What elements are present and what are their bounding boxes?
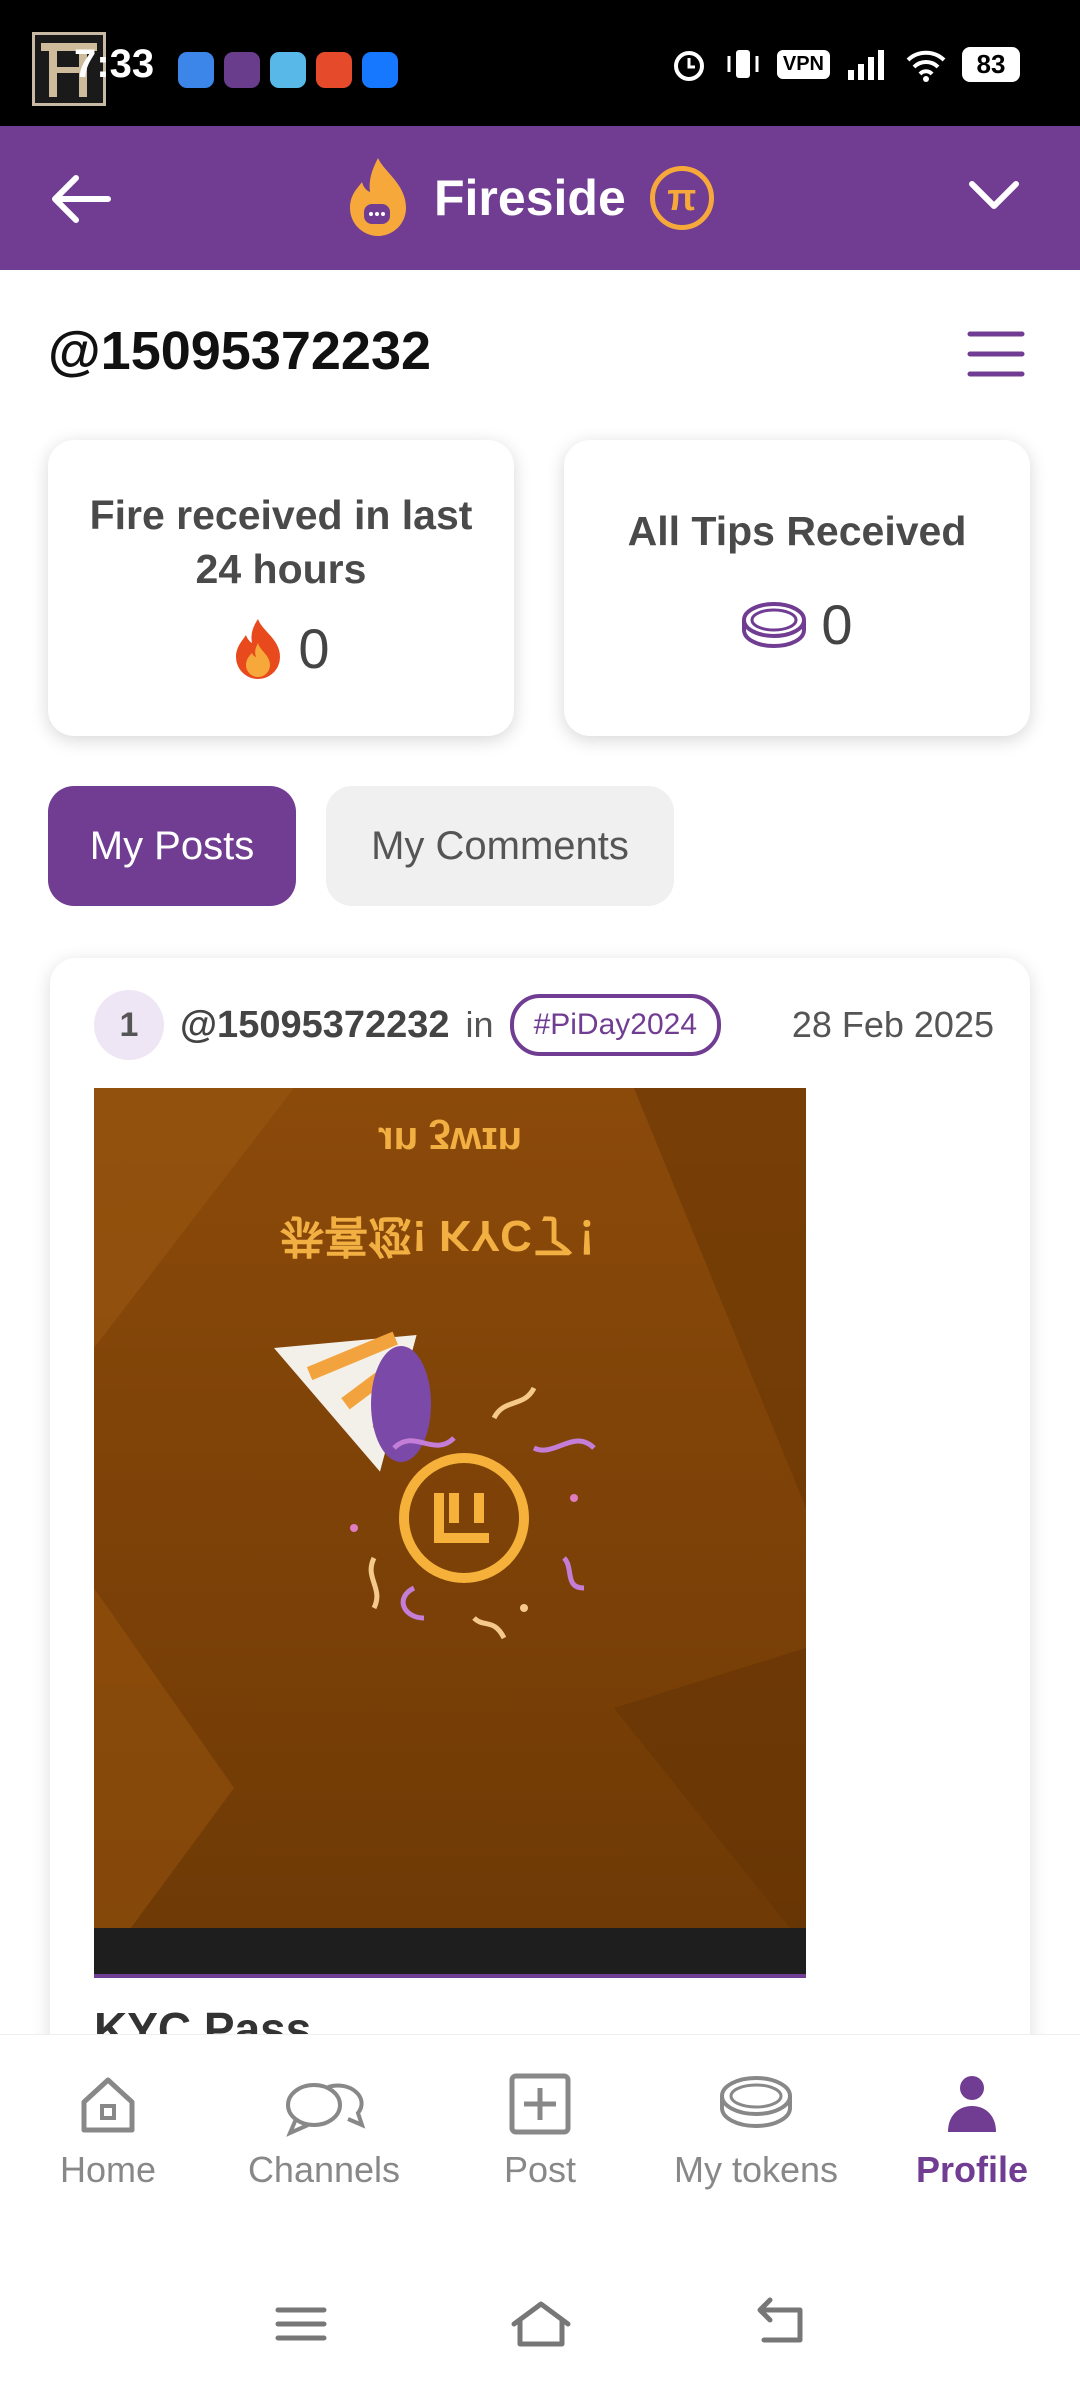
back-system-icon[interactable]	[746, 2294, 816, 2354]
post-date: 28 Feb 2025	[791, 1004, 994, 1045]
image-bottom-bar	[94, 1928, 806, 1974]
person-icon	[872, 2065, 1072, 2143]
fire-received-value-row: 0	[48, 616, 514, 681]
cell-signal-icon	[848, 50, 884, 80]
fire-received-value: 0	[298, 617, 330, 680]
tips-received-value-row: 0	[564, 592, 1030, 657]
token-coin-icon	[742, 601, 807, 648]
add-post-icon	[440, 2065, 640, 2143]
nav-my-tokens-label: My tokens	[673, 2149, 839, 2190]
vpn-badge: VPN	[776, 49, 830, 79]
shop-app-icon	[316, 52, 352, 88]
wifi-icon	[906, 50, 946, 82]
tab-my-comments[interactable]: My Comments	[326, 786, 674, 906]
nav-profile-label: Profile	[915, 2149, 1029, 2190]
nav-home[interactable]: Home	[8, 2065, 208, 2191]
tips-received-value: 0	[821, 593, 853, 656]
bird-app-icon	[270, 52, 306, 88]
profile-username: @15095372232	[48, 321, 432, 381]
app-header: Fireside π	[0, 126, 1080, 270]
nav-channels-label: Channels	[247, 2149, 401, 2190]
status-bar: 7:33 VPN 83	[0, 0, 1080, 126]
nav-home-label: Home	[59, 2149, 157, 2190]
post-author[interactable]: @15095372232	[180, 1004, 450, 1047]
brand: Fireside π	[346, 146, 714, 250]
fire-received-card: Fire received in last 24 hours 0	[48, 440, 514, 736]
fireside-logo-icon	[350, 158, 406, 236]
post-in-label: in	[465, 1004, 494, 1045]
chevron-down-icon[interactable]	[964, 166, 1024, 226]
alipay-app-icon	[362, 52, 398, 88]
home-icon	[8, 2065, 208, 2143]
pi-app-icon	[224, 52, 260, 88]
status-time: 7:33	[74, 42, 155, 86]
post-card[interactable]: 1 @15095372232 in #PiDay2024 28 Feb 2025…	[50, 958, 1030, 2158]
post-index-badge: 1	[94, 990, 164, 1060]
nav-channels[interactable]: Channels	[224, 2065, 424, 2191]
tab-my-posts[interactable]: My Posts	[48, 786, 296, 906]
nav-post-label: Post	[503, 2149, 577, 2190]
home-system-icon[interactable]	[506, 2294, 576, 2354]
back-arrow-icon[interactable]	[46, 164, 116, 234]
party-hat-icon	[274, 1331, 596, 1640]
fire-received-title: Fire received in last 24 hours	[89, 492, 473, 592]
finder-app-icon	[178, 52, 214, 88]
tips-received-card: All Tips Received 0	[564, 440, 1030, 736]
bottom-nav: Home Channels Post My tokens Profile	[0, 2034, 1080, 2254]
nav-post[interactable]: Post	[440, 2065, 640, 2191]
app-title: Fireside	[434, 170, 626, 226]
hamburger-menu-icon[interactable]	[964, 326, 1028, 382]
fire-icon	[236, 618, 281, 679]
system-nav-bar	[0, 2254, 1080, 2400]
recent-apps-icon[interactable]	[266, 2294, 336, 2354]
nav-my-tokens[interactable]: My tokens	[656, 2065, 856, 2191]
post-channel-tag[interactable]: #PiDay2024	[509, 994, 722, 1056]
status-indicators: VPN 83	[669, 44, 1020, 84]
chat-bubbles-icon	[224, 2065, 424, 2143]
pi-coin-icon[interactable]: π	[649, 166, 714, 230]
vibrate-icon	[727, 50, 759, 78]
post-header: 1 @15095372232 in #PiDay2024 28 Feb 2025	[94, 990, 994, 1060]
post-image[interactable]: ɹn ʒwɪn 恭喜您! KYC了！	[94, 1088, 806, 1978]
token-icon	[656, 2065, 856, 2143]
tips-received-title: All Tips Received	[627, 508, 967, 554]
nav-profile[interactable]: Profile	[872, 2065, 1072, 2191]
battery-indicator: 83	[962, 46, 1020, 82]
alarm-icon	[673, 51, 704, 81]
